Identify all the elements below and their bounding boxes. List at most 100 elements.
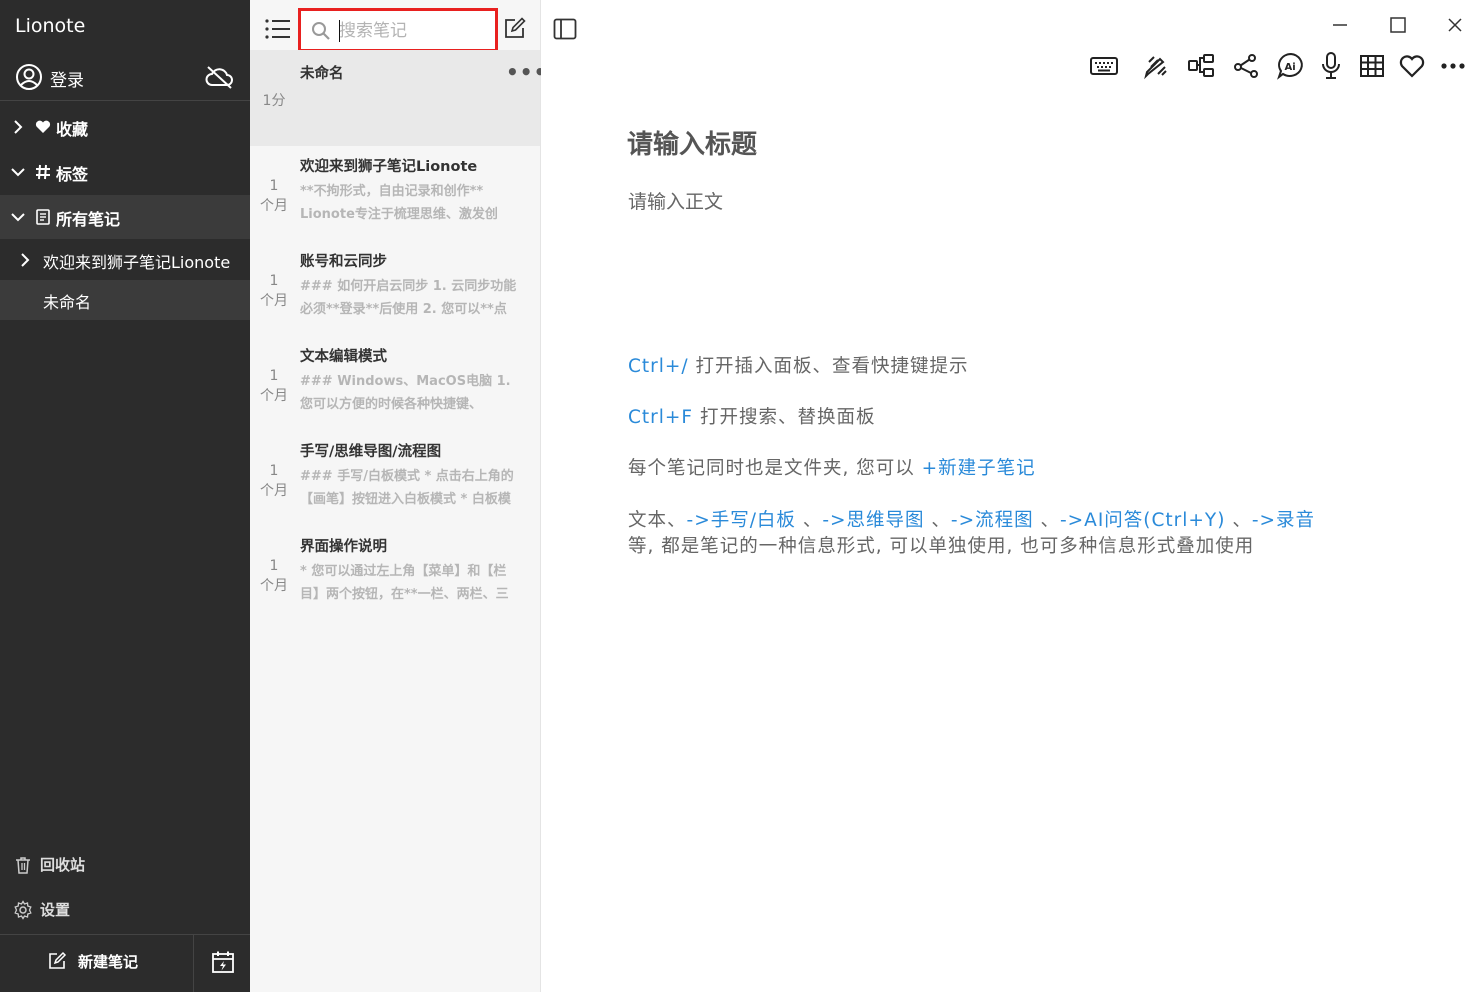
note-time: 1 <box>269 178 279 194</box>
mindmap-icon[interactable] <box>1185 50 1217 82</box>
tree-item-label: 欢迎来到狮子笔记Lionote <box>43 253 231 272</box>
note-time: 1 <box>269 273 279 289</box>
search-input[interactable] <box>339 19 489 43</box>
note-time-unit: 个月 <box>260 483 288 499</box>
notebook-icon <box>36 209 50 225</box>
shortcut-key: Ctrl+/ <box>628 356 689 377</box>
settings-item[interactable]: 设置 <box>0 889 250 929</box>
nav-all-notes[interactable]: 所有笔记 <box>0 195 250 239</box>
new-note-button[interactable]: 新建笔记 <box>0 935 194 992</box>
new-sub-note-link[interactable]: +新建子笔记 <box>922 458 1036 479</box>
hint-insert-panel: Ctrl+/ 打开插入面板、查看快捷键提示 <box>628 352 969 378</box>
note-time-unit: 个月 <box>260 388 288 404</box>
editor-toolbar: Ai <box>541 50 1484 86</box>
flowchart-link[interactable]: ->流程图 <box>951 510 1034 531</box>
editor-pane: Ai 请输入标题 请输入正文 Ctrl+/ 打开插入面板、查看快捷键提示 Ctr… <box>541 0 1484 992</box>
note-card[interactable]: 界面操作说明 1 个月 * 您可以通过左上角【菜单】和【栏 目】两个按钮，在**… <box>250 530 540 625</box>
note-card[interactable]: 未命名 ••• 1分 <box>250 50 546 146</box>
note-title: 未命名 <box>300 66 344 82</box>
text-caret <box>339 20 340 42</box>
note-body-input[interactable]: 请输入正文 <box>628 187 723 214</box>
trash-item[interactable]: 回收站 <box>0 844 250 884</box>
note-time: 1 <box>269 558 279 574</box>
note-title: 账号和云同步 <box>300 254 387 270</box>
keyboard-icon[interactable] <box>1088 50 1120 82</box>
note-snippet: ### 如何开启云同步 1. 云同步功能 <box>300 279 517 294</box>
login-row[interactable]: 登录 <box>0 58 250 98</box>
sidebar: Lionote 登录 收藏 标签 所有笔记 欢迎来到狮子笔记Lionote 未命… <box>0 0 250 992</box>
note-time-unit: 个月 <box>260 293 288 309</box>
new-note-label: 新建笔记 <box>78 953 139 971</box>
maximize-icon[interactable] <box>1387 14 1409 36</box>
note-list-column: 未命名 ••• 1分 欢迎来到狮子笔记Lionote 1 个月 **不拘形式，自… <box>250 0 546 992</box>
app-title: Lionote <box>15 15 86 37</box>
nav-favorites[interactable]: 收藏 <box>0 105 250 149</box>
toggle-sidebar-icon[interactable] <box>553 17 577 41</box>
shortcut-key: Ctrl+F <box>628 407 694 428</box>
more-options-icon[interactable] <box>1437 50 1469 82</box>
separator: 、 <box>1033 510 1060 531</box>
nav-favorites-label: 收藏 <box>56 120 89 139</box>
note-snippet: 您可以方便的时候各种快捷键、 <box>300 397 483 412</box>
note-card[interactable]: 手写/思维导图/流程图 1 个月 ### 手写/白板模式 * 点击右上角的 【画… <box>250 435 540 530</box>
cloud-off-icon[interactable] <box>203 64 235 90</box>
hint-text: 打开搜索、替换面板 <box>693 407 876 428</box>
note-snippet: Lionote专注于梳理思维、激发创 <box>300 207 498 222</box>
handwriting-link[interactable]: ->手写/白板 <box>687 510 796 531</box>
heart-icon <box>35 120 51 133</box>
note-title: 欢迎来到狮子笔记Lionote <box>300 159 478 175</box>
note-title: 文本编辑模式 <box>300 349 387 365</box>
svg-text:Ai: Ai <box>1285 62 1296 73</box>
hint-text: 打开插入面板、查看快捷键提示 <box>688 356 969 377</box>
heart-icon[interactable] <box>1396 50 1428 82</box>
hint-info-forms: 文本、->手写/白板 、->思维导图 、->流程图 、->AI问答(Ctrl+Y… <box>628 506 1315 532</box>
note-card[interactable]: 欢迎来到狮子笔记Lionote 1 个月 **不拘形式，自由记录和创作** Li… <box>250 150 540 245</box>
note-title: 手写/思维导图/流程图 <box>300 444 442 460</box>
close-icon[interactable] <box>1444 14 1466 36</box>
sidebar-footer: 新建笔记 <box>0 934 250 992</box>
note-time-unit: 个月 <box>260 578 288 594</box>
tree-item-untitled[interactable]: 未命名 <box>0 280 250 320</box>
search-box[interactable] <box>298 8 498 52</box>
note-time-unit: 个月 <box>260 198 288 214</box>
microphone-icon[interactable] <box>1315 50 1347 82</box>
note-card[interactable]: 账号和云同步 1 个月 ### 如何开启云同步 1. 云同步功能 必须**登录*… <box>250 245 540 340</box>
calendar-flash-icon[interactable] <box>211 950 235 974</box>
separator: 、 <box>924 510 951 531</box>
nav-all-notes-label: 所有笔记 <box>56 210 121 229</box>
nav-tags-label: 标签 <box>56 165 89 184</box>
separator: 、 <box>1225 510 1252 531</box>
tree-item-label: 未命名 <box>43 293 92 312</box>
hint-text: 文本、 <box>628 510 687 531</box>
tree-item-welcome[interactable]: 欢迎来到狮子笔记Lionote <box>0 240 250 280</box>
note-snippet: 必须**登录**后使用 2. 您可以**点 <box>300 302 507 317</box>
note-title-input[interactable]: 请输入标题 <box>627 124 757 161</box>
trash-label: 回收站 <box>40 856 86 874</box>
hint-search-panel: Ctrl+F 打开搜索、替换面板 <box>628 403 875 429</box>
chevron-down-icon <box>11 168 25 177</box>
mindmap-link[interactable]: ->思维导图 <box>822 510 924 531</box>
menu-list-icon[interactable] <box>264 16 292 42</box>
flowchart-icon[interactable] <box>1230 50 1262 82</box>
edit-icon <box>49 951 67 969</box>
note-title: 界面操作说明 <box>300 539 387 555</box>
handwriting-icon[interactable] <box>1140 50 1172 82</box>
chevron-right-icon[interactable] <box>18 252 32 268</box>
table-icon[interactable] <box>1356 50 1388 82</box>
settings-label: 设置 <box>40 901 71 919</box>
note-snippet: 目】两个按钮，在**一栏、两栏、三 <box>300 587 509 602</box>
note-card[interactable]: 文本编辑模式 1 个月 ### Windows、MacOS电脑 1. 您可以方便… <box>250 340 540 435</box>
note-snippet: ### 手写/白板模式 * 点击右上角的 <box>300 469 514 484</box>
nav-tags[interactable]: 标签 <box>0 150 250 194</box>
new-note-icon[interactable] <box>503 16 527 40</box>
hint-text: 每个笔记同时也是文件夹, 您可以 <box>628 458 922 479</box>
recording-link[interactable]: ->录音 <box>1252 510 1315 531</box>
login-label[interactable]: 登录 <box>50 66 84 91</box>
note-snippet: **不拘形式，自由记录和创作** <box>300 184 484 199</box>
ai-chat-link[interactable]: ->AI问答(Ctrl+Y) <box>1060 510 1225 531</box>
ai-chat-icon[interactable]: Ai <box>1275 50 1307 82</box>
search-icon <box>312 22 330 40</box>
hint-sub-note: 每个笔记同时也是文件夹, 您可以 +新建子笔记 <box>628 454 1036 480</box>
minimize-icon[interactable] <box>1329 14 1351 36</box>
trash-icon <box>16 857 30 874</box>
